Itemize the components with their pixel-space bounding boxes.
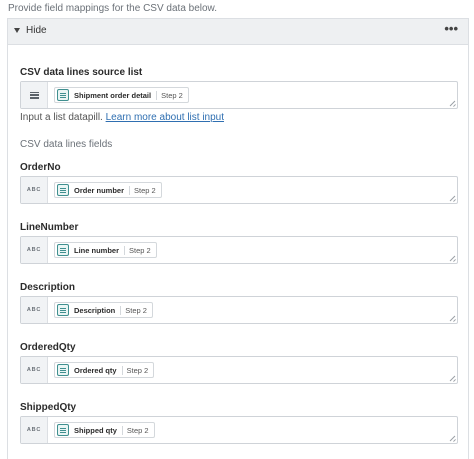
list-type-box xyxy=(21,82,48,108)
field-label-description: Description xyxy=(20,282,76,293)
fields-section-label: CSV data lines fields xyxy=(20,139,113,150)
datapill-name: Shipment order detail xyxy=(74,90,152,100)
source-list-input[interactable]: Shipment order detail Step 2 xyxy=(20,81,458,109)
caret-down-icon xyxy=(14,28,20,33)
more-options-icon[interactable]: ••• xyxy=(444,22,458,35)
list-icon xyxy=(29,91,39,99)
field-input-shippedqty[interactable]: ABC Shipped qty Step 2 xyxy=(20,416,458,444)
datapill-icon xyxy=(57,304,69,316)
datapill-shipment-order-detail[interactable]: Shipment order detail Step 2 xyxy=(54,87,189,103)
datapill-icon xyxy=(57,424,69,436)
datapill-icon xyxy=(57,244,69,256)
source-list-hint: Input a list datapill. Learn more about … xyxy=(20,112,224,123)
hide-toggle-button[interactable]: Hide xyxy=(14,25,47,36)
datapill-order-number[interactable]: Order number Step 2 xyxy=(54,182,162,198)
datapill-shipped-qty[interactable]: Shipped qty Step 2 xyxy=(54,422,155,438)
datapill-description[interactable]: Description Step 2 xyxy=(54,302,153,318)
hide-toggle-label: Hide xyxy=(26,25,47,36)
datapill-icon xyxy=(57,89,69,101)
field-label-linenumber: LineNumber xyxy=(20,222,79,233)
datapill-step: Step 2 xyxy=(120,305,147,315)
datapill-name: Order number xyxy=(74,185,125,195)
field-input-orderno[interactable]: ABC Order number Step 2 xyxy=(20,176,458,204)
datapill-icon xyxy=(57,364,69,376)
datapill-step: Step 2 xyxy=(129,185,156,195)
field-label-orderedqty: OrderedQty xyxy=(20,342,76,353)
resize-handle-icon[interactable] xyxy=(449,255,455,261)
datapill-name: Ordered qty xyxy=(74,365,117,375)
datapill-line-number[interactable]: Line number Step 2 xyxy=(54,242,157,258)
datapill-step: Step 2 xyxy=(124,245,151,255)
resize-handle-icon[interactable] xyxy=(449,315,455,321)
abc-type-badge: ABC xyxy=(21,237,48,263)
resize-handle-icon[interactable] xyxy=(449,195,455,201)
field-label-shippedqty: ShippedQty xyxy=(20,402,77,413)
field-input-description[interactable]: ABC Description Step 2 xyxy=(20,296,458,324)
datapill-name: Line number xyxy=(74,245,120,255)
field-mapping-panel: Hide ••• CSV data lines source list Ship… xyxy=(7,18,469,459)
datapill-step: Step 2 xyxy=(156,90,183,100)
panel-header: Hide ••• xyxy=(8,19,468,45)
field-label-orderno: OrderNo xyxy=(20,162,61,173)
resize-handle-icon[interactable] xyxy=(449,100,455,106)
learn-more-list-input-link[interactable]: Learn more about list input xyxy=(106,112,224,123)
datapill-ordered-qty[interactable]: Ordered qty Step 2 xyxy=(54,362,155,378)
resize-handle-icon[interactable] xyxy=(449,435,455,441)
datapill-step: Step 2 xyxy=(121,425,149,435)
intro-text: Provide field mappings for the CSV data … xyxy=(8,3,218,14)
abc-type-badge: ABC xyxy=(21,357,48,383)
abc-type-badge: ABC xyxy=(21,417,48,443)
abc-type-badge: ABC xyxy=(21,297,48,323)
resize-handle-icon[interactable] xyxy=(449,375,455,381)
abc-type-badge: ABC xyxy=(21,177,48,203)
field-input-linenumber[interactable]: ABC Line number Step 2 xyxy=(20,236,458,264)
source-list-label: CSV data lines source list xyxy=(20,67,143,78)
hint-text: Input a list datapill. xyxy=(20,112,103,123)
datapill-name: Description xyxy=(74,305,116,315)
datapill-step: Step 2 xyxy=(121,365,148,375)
datapill-icon xyxy=(57,184,69,196)
datapill-name: Shipped qty xyxy=(74,425,117,435)
field-input-orderedqty[interactable]: ABC Ordered qty Step 2 xyxy=(20,356,458,384)
